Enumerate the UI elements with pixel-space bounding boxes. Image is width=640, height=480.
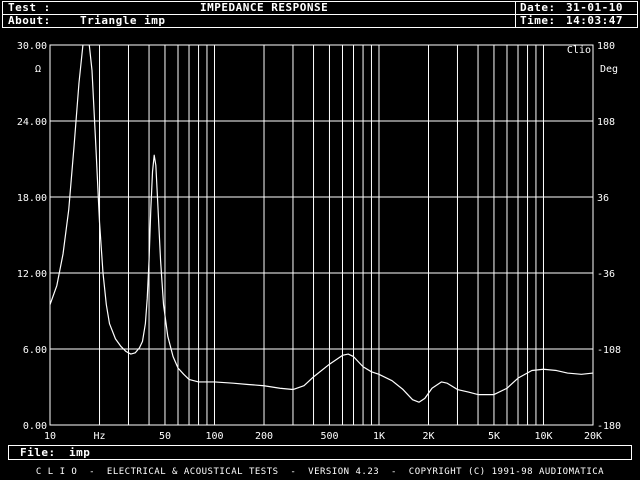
file-bar [8,445,632,460]
y2-tick-label: 108 [597,117,615,128]
file-label: File: [20,446,56,459]
impedance-chart: 0.006.0012.0018.0024.0030.00-180-108-363… [17,41,621,442]
y2-axis-unit: Deg [600,64,618,75]
x-tick-label: 20K [584,431,602,442]
x-tick-label: 5K [488,431,500,442]
y-tick-label: 24.00 [17,117,47,128]
x-tick-label: 100 [205,431,223,442]
y2-tick-label: 36 [597,193,609,204]
y2-tick-label: -108 [597,345,621,356]
y2-tick-label: 180 [597,41,615,52]
file-value: imp [69,446,91,459]
y-axis-unit: Ω [35,64,41,75]
x-tick-label: 500 [320,431,338,442]
footer-copyright: C L I O - ELECTRICAL & ACOUSTICAL TESTS … [0,465,640,480]
impedance-curve [50,45,593,403]
x-tick-label: Hz [93,431,105,442]
x-tick-label: 10 [44,431,56,442]
x-tick-label: 50 [159,431,171,442]
x-tick-label: 1K [373,431,385,442]
y2-tick-label: -36 [597,269,615,280]
y-tick-label: 12.00 [17,269,47,280]
y-tick-label: 30.00 [17,41,47,52]
plot-frame [49,44,594,426]
x-tick-label: 2K [422,431,434,442]
y-tick-label: 18.00 [17,193,47,204]
y-tick-label: 6.00 [23,345,47,356]
x-tick-label: 200 [255,431,273,442]
clio-logo: Clio [567,45,591,56]
x-tick-label: 10K [534,431,552,442]
